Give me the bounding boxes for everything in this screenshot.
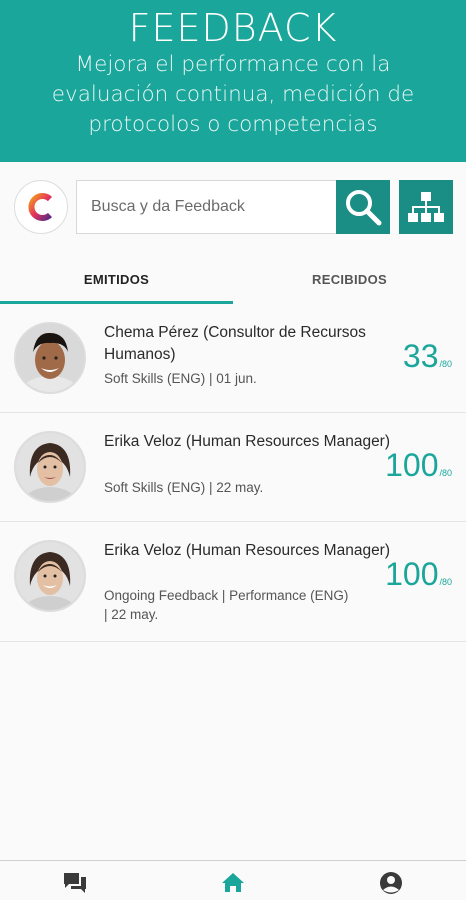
page-title: FEEDBACK (128, 6, 338, 50)
item-meta: Soft Skills (ENG) | 22 may. (104, 480, 264, 495)
list-item[interactable]: Chema Pérez (Consultor de Recursos Human… (0, 304, 466, 413)
score-badge: 100 /80 (385, 556, 452, 593)
header-banner: FEEDBACK Mejora el performance con la ev… (0, 0, 466, 162)
chat-icon (64, 873, 86, 893)
company-logo[interactable] (14, 180, 68, 234)
search-input[interactable] (77, 181, 335, 233)
page-subtitle: Mejora el performance con la evaluación … (51, 52, 415, 137)
bottom-navigation (0, 860, 466, 900)
org-chart-button[interactable] (399, 180, 453, 234)
score-value: 100 (385, 447, 439, 483)
tab-bar: EMITIDOS RECIBIDOS (0, 252, 466, 306)
nav-profile[interactable] (378, 871, 404, 895)
home-icon (222, 873, 244, 892)
list-item[interactable]: Erika Veloz (Human Resources Manager) On… (0, 522, 466, 642)
avatar (14, 322, 86, 394)
score-max: /80 (439, 577, 452, 587)
search-icon (346, 190, 382, 226)
score-max: /80 (439, 359, 452, 369)
avatar (14, 431, 86, 503)
list-item[interactable]: Erika Veloz (Human Resources Manager) So… (0, 413, 466, 522)
score-max: /80 (439, 468, 452, 478)
item-title: Erika Veloz (Human Resources Manager) (104, 433, 391, 450)
org-chart-icon (408, 192, 444, 222)
item-meta: Soft Skills (ENG) | 01 jun. (104, 371, 257, 386)
tab-emitidos[interactable]: EMITIDOS (0, 252, 233, 306)
feedback-list: Chema Pérez (Consultor de Recursos Human… (0, 304, 466, 642)
search-button[interactable] (336, 180, 390, 234)
item-meta: Ongoing Feedback | Performance (ENG) | 2… (104, 588, 349, 622)
tab-recibidos[interactable]: RECIBIDOS (233, 252, 466, 306)
score-badge: 33 /80 (403, 338, 452, 375)
item-title: Chema Pérez (Consultor de Recursos Human… (104, 324, 366, 363)
nav-chat[interactable] (62, 871, 88, 895)
score-value: 33 (402, 338, 439, 374)
logo-icon (28, 193, 53, 221)
item-title: Erika Veloz (Human Resources Manager) (104, 542, 391, 559)
profile-icon (380, 872, 402, 894)
avatar (14, 540, 86, 612)
score-badge: 100 /80 (385, 447, 452, 484)
nav-home[interactable] (220, 871, 246, 895)
score-value: 100 (385, 556, 439, 592)
